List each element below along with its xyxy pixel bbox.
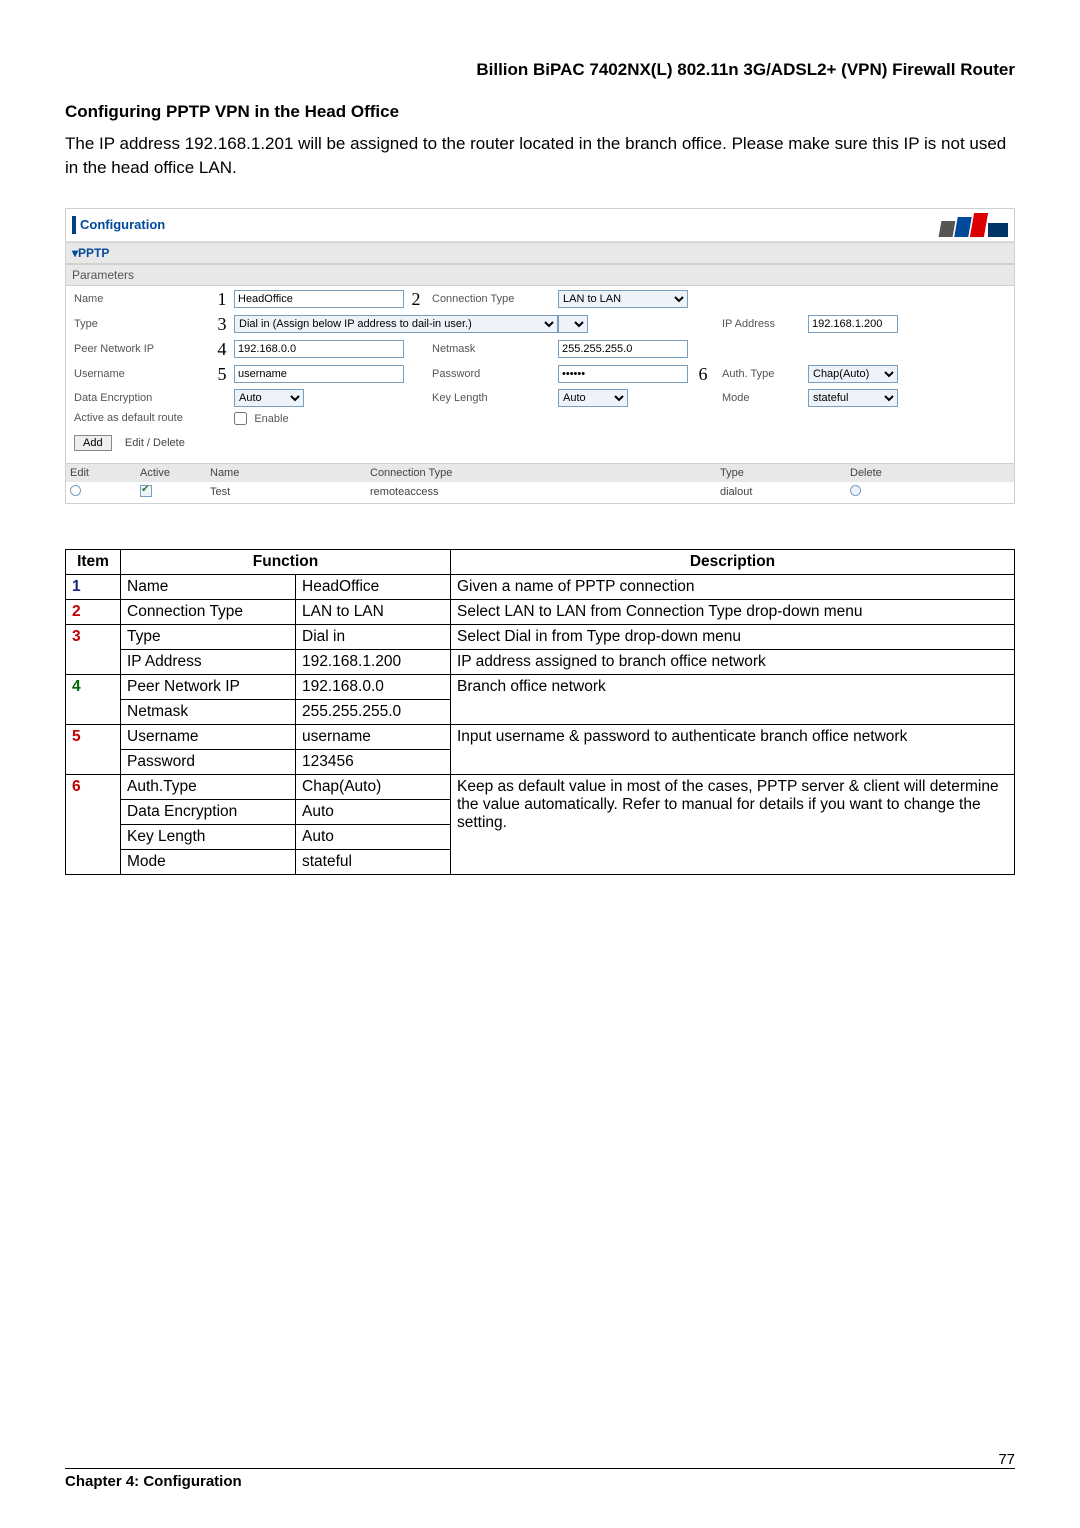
lbl-name: Name: [70, 293, 210, 305]
edit-radio[interactable]: [70, 485, 81, 496]
cfg-table-header: Edit Active Name Connection Type Type De…: [66, 463, 1014, 482]
page-number: 77: [998, 1451, 1015, 1468]
callout-6: 6: [688, 364, 718, 385]
header-bar-icon: [72, 216, 76, 234]
th-function: Function: [121, 549, 451, 574]
username-field[interactable]: [234, 365, 404, 383]
section-heading: Configuring PPTP VPN in the Head Office: [65, 102, 1015, 122]
item-4: 4: [66, 674, 121, 724]
lbl-netmask: Netmask: [428, 343, 558, 355]
ip-address-field[interactable]: [808, 315, 898, 333]
auth-type-select[interactable]: Chap(Auto): [808, 365, 898, 383]
lbl-peerip: Peer Network IP: [70, 343, 210, 355]
data-enc-select[interactable]: Auto: [234, 389, 304, 407]
mode-select[interactable]: stateful: [808, 389, 898, 407]
description-table: Item Function Description 1 Name HeadOff…: [65, 549, 1015, 875]
row-name: Test: [210, 486, 370, 498]
type-arrow[interactable]: [558, 315, 588, 333]
th-description: Description: [451, 549, 1015, 574]
lbl-type: Type: [70, 318, 210, 330]
lbl-enable: Enable: [250, 413, 288, 425]
delete-icon[interactable]: [850, 485, 861, 496]
config-panel: Configuration ▾PPTP Parameters Name 1 2 …: [65, 208, 1015, 504]
name-field[interactable]: [234, 290, 404, 308]
item-3: 3: [66, 624, 121, 674]
netmask-field[interactable]: [558, 340, 688, 358]
lbl-default-route: Active as default route: [70, 412, 234, 424]
item-2: 2: [66, 599, 121, 624]
item-1: 1: [66, 574, 121, 599]
active-checkbox[interactable]: [140, 485, 152, 497]
row-type: dialout: [720, 486, 850, 498]
callout-2: 2: [404, 289, 428, 310]
intro-text: The IP address 192.168.1.201 will be ass…: [65, 132, 1015, 180]
logo-icon: [940, 213, 1008, 237]
edit-delete-label: Edit / Delete: [125, 437, 185, 449]
add-button[interactable]: Add: [74, 435, 112, 451]
page-footer: 77 Chapter 4: Configuration: [65, 1451, 1015, 1490]
lbl-mode: Mode: [718, 392, 808, 404]
lbl-dataenc: Data Encryption: [70, 392, 210, 404]
th-item: Item: [66, 549, 121, 574]
item-6: 6: [66, 774, 121, 874]
cfg-title: Configuration: [80, 217, 165, 232]
key-len-select[interactable]: Auto: [558, 389, 628, 407]
lbl-conntype: Connection Type: [428, 293, 558, 305]
conn-type-select[interactable]: LAN to LAN: [558, 290, 688, 308]
lbl-keylen: Key Length: [428, 392, 558, 404]
callout-1: 1: [210, 289, 234, 310]
chapter-label: Chapter 4: Configuration: [65, 1473, 242, 1490]
type-select[interactable]: Dial in (Assign below IP address to dail…: [234, 315, 558, 333]
callout-3: 3: [210, 314, 234, 335]
lbl-ipaddr: IP Address: [718, 318, 808, 330]
parameters-label: Parameters: [66, 264, 1014, 286]
doc-header: Billion BiPAC 7402NX(L) 802.11n 3G/ADSL2…: [65, 60, 1015, 80]
item-5: 5: [66, 724, 121, 774]
enable-checkbox[interactable]: [234, 412, 247, 425]
callout-4: 4: [210, 339, 234, 360]
table-row: Test remoteaccess dialout: [66, 482, 1014, 503]
lbl-authtype: Auth. Type: [718, 368, 808, 380]
row-conn-type: remoteaccess: [370, 486, 720, 498]
peer-ip-field[interactable]: [234, 340, 404, 358]
lbl-password: Password: [428, 368, 558, 380]
password-field[interactable]: [558, 365, 688, 383]
callout-5: 5: [210, 364, 234, 385]
pptp-section[interactable]: ▾PPTP: [66, 242, 1014, 264]
lbl-username: Username: [70, 368, 210, 380]
